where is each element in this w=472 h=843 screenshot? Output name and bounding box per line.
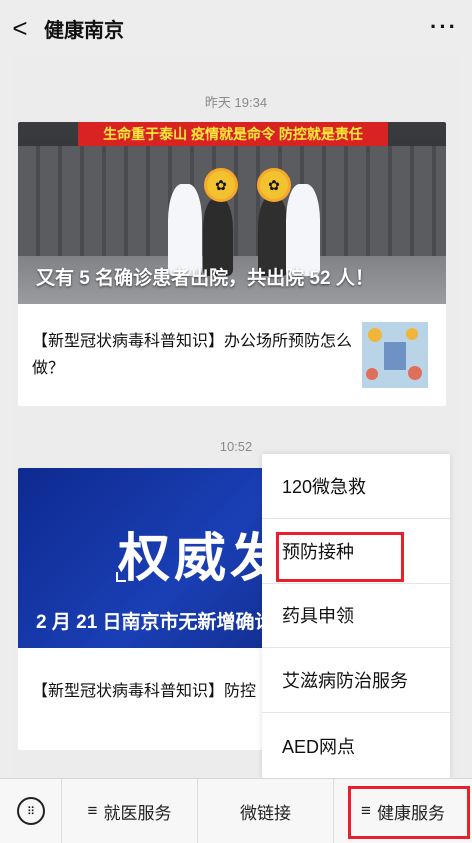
flower-sticker-icon: ✿ [204, 168, 238, 202]
bottom-menu-bar: ⠿ ≡ 就医服务 微链接 ≡ 健康服务 [0, 778, 472, 843]
article-cover-image[interactable]: 生命重于泰山 疫情就是命令 防控就是责任 ✿ ✿ 又有 5 名确诊患者出院，共出… [18, 122, 446, 304]
keyboard-toggle-button[interactable]: ⠿ [0, 778, 62, 843]
menu-health-services[interactable]: ≡ 健康服务 [334, 779, 472, 843]
timestamp: 10:52 [219, 439, 253, 454]
back-button[interactable]: < [0, 0, 40, 56]
red-banner: 生命重于泰山 疫情就是命令 防控就是责任 [78, 122, 388, 146]
sub-article-row[interactable]: 【新型冠状病毒科普知识】办公场所预防怎么做？ [18, 304, 446, 406]
menu-label: 就医服务 [103, 803, 172, 823]
article-card[interactable]: 生命重于泰山 疫情就是命令 防控就是责任 ✿ ✿ 又有 5 名确诊患者出院，共出… [18, 122, 446, 406]
cover-text: 权威发 [118, 530, 287, 588]
menu-micro-links[interactable]: 微链接 [198, 778, 334, 843]
submenu-item-120-first-aid[interactable]: 120微急救 [262, 454, 450, 519]
sub-article-title: 【新型冠状病毒科普知识】办公场所预防怎么做？ [32, 333, 353, 377]
corner-bracket-decoration [116, 572, 126, 582]
timestamp: 昨天 19:34 [204, 95, 268, 110]
top-bar: < 健康南京 ··· [0, 0, 472, 56]
menu-list-icon: ≡ [87, 801, 98, 820]
article-headline: 2 月 21 日南京市无新增确诊 [36, 612, 274, 633]
keyboard-icon: ⠿ [16, 797, 45, 825]
menu-list-icon: ≡ [361, 801, 371, 820]
submenu-item-aids-services[interactable]: 艾滋病防治服务 [262, 648, 450, 714]
submenu-item-contraceptive-request[interactable]: 药具申领 [262, 584, 450, 649]
menu-label: 健康服务 [376, 803, 445, 823]
sub-article-thumbnail [362, 322, 428, 388]
page-title: 健康南京 [44, 19, 124, 42]
flower-sticker-icon: ✿ [257, 168, 291, 202]
more-button[interactable]: ··· [430, 14, 458, 40]
chevron-left-icon: < [12, 12, 28, 43]
submenu-item-aed-locations[interactable]: AED网点 [262, 713, 450, 778]
menu-label: 微链接 [240, 803, 291, 823]
menu-medical-services[interactable]: ≡ 就医服务 [62, 778, 198, 843]
article-headline: 又有 5 名确诊患者出院，共出院 52 人！ [36, 268, 374, 289]
submenu-item-vaccination[interactable]: 预防接种 [262, 519, 450, 584]
service-submenu: 120微急救 预防接种 药具申领 艾滋病防治服务 AED网点 [262, 454, 450, 778]
